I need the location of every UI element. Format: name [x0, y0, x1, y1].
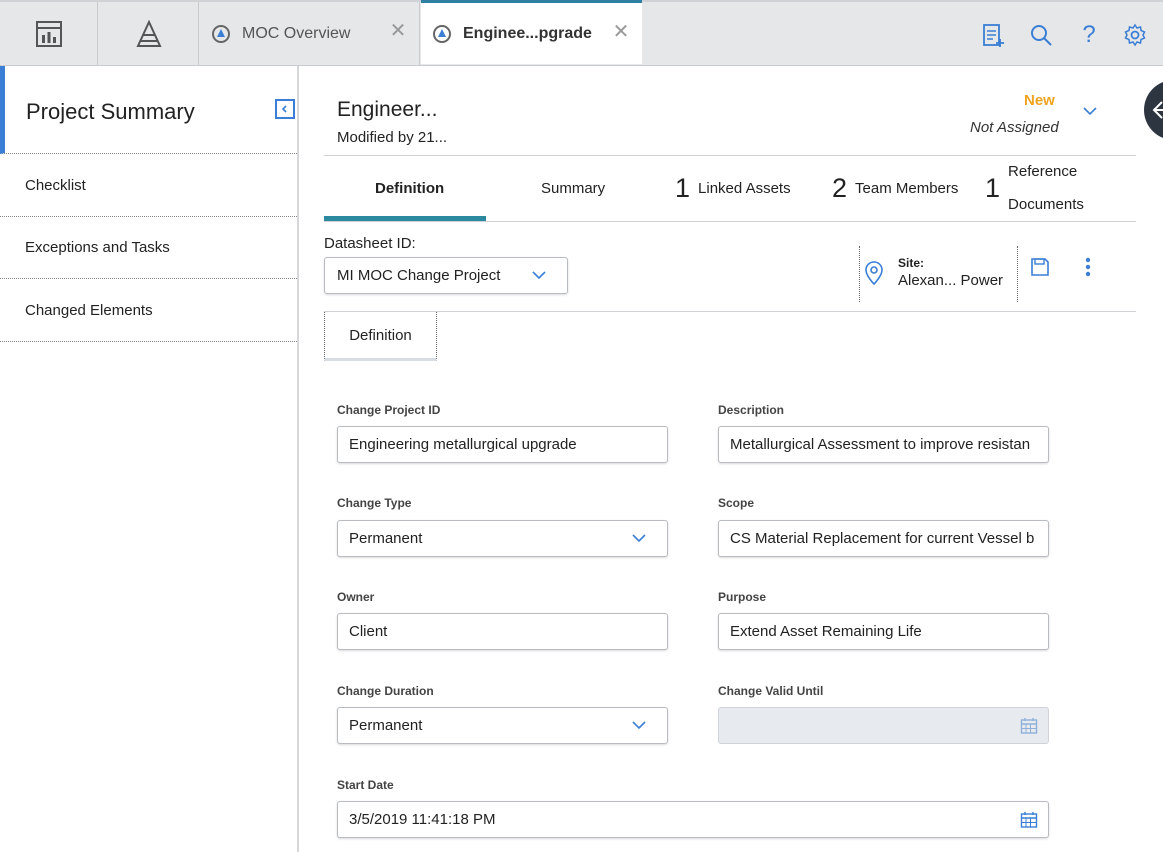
sidebar-item-changed-elements[interactable]: Changed Elements — [0, 280, 297, 342]
side-panel-toggle[interactable] — [1144, 80, 1163, 140]
moc-refresh-icon — [212, 25, 230, 43]
divider — [324, 221, 1136, 222]
tab-count: 1 — [985, 173, 1001, 203]
tab-definition[interactable]: Definition — [375, 156, 444, 221]
field-value: Engineering metallurgical upgrade — [349, 436, 577, 453]
collapse-sidebar-button[interactable] — [275, 99, 295, 119]
record-modified: Modified by 21... — [337, 129, 448, 146]
dashboard-icon[interactable] — [0, 2, 98, 66]
owner-label: Owner — [337, 590, 375, 604]
owner-field[interactable]: Client — [337, 613, 668, 650]
clipboard-add-icon[interactable] — [980, 22, 1006, 48]
change-duration-select[interactable]: Permanent — [337, 707, 668, 744]
purpose-label: Purpose — [718, 590, 767, 604]
subtab-definition[interactable]: Definition — [324, 312, 437, 361]
record-title: Engineer... — [337, 98, 438, 121]
chevron-down-icon — [632, 721, 646, 730]
left-nav: Project Summary Checklist Exceptions and… — [0, 66, 299, 852]
tab-team-members[interactable]: 2 Team Members — [832, 156, 958, 221]
chevron-down-icon — [632, 534, 646, 543]
change-valid-until-label: Change Valid Until — [718, 684, 824, 698]
tab-label-line2: Documents — [1008, 195, 1084, 213]
description-label: Description — [718, 403, 785, 417]
divider — [1017, 246, 1018, 302]
change-project-id-label: Change Project ID — [337, 403, 441, 417]
close-icon[interactable]: ✕ — [612, 22, 630, 42]
tab-count: 2 — [832, 173, 848, 203]
field-value: Extend Asset Remaining Life — [730, 623, 922, 640]
tab-label: Enginee...pgrade — [463, 24, 592, 42]
pyramid-icon[interactable] — [99, 2, 199, 66]
tab-label: Summary — [541, 180, 606, 197]
scope-field[interactable]: CS Material Replacement for current Vess… — [718, 520, 1049, 557]
tab-moc-overview[interactable]: MOC Overview ✕ — [200, 2, 420, 66]
datasheet-select[interactable]: MI MOC Change Project — [324, 257, 568, 294]
divider — [859, 246, 860, 302]
tab-count: 1 — [675, 173, 691, 203]
save-icon[interactable] — [1030, 257, 1050, 282]
datasheet-value: MI MOC Change Project — [337, 267, 501, 284]
field-value: 3/5/2019 11:41:18 PM — [349, 811, 496, 828]
tab-reference-documents[interactable]: 1 Reference Documents — [985, 156, 1084, 221]
change-project-id-field[interactable]: Engineering metallurgical upgrade — [337, 426, 668, 463]
subtab-label: Definition — [349, 326, 412, 344]
change-type-label: Change Type — [337, 496, 412, 510]
assigned-status: Not Assigned — [970, 119, 1059, 136]
change-duration-label: Change Duration — [337, 684, 434, 698]
help-icon[interactable]: ? — [1076, 21, 1102, 48]
field-value: Metallurgical Assessment to improve resi… — [730, 436, 1031, 453]
tab-label: Reference — [1008, 162, 1078, 180]
datasheet-label: Datasheet ID: — [324, 235, 416, 252]
calendar-icon — [1020, 718, 1038, 734]
divider — [324, 311, 1136, 312]
description-field[interactable]: Metallurgical Assessment to improve resi… — [718, 426, 1049, 463]
purpose-field[interactable]: Extend Asset Remaining Life — [718, 613, 1049, 650]
sidebar-item-label: Exceptions and Tasks — [25, 239, 170, 256]
moc-refresh-icon — [433, 24, 451, 43]
sidebar-title: Project Summary — [26, 99, 195, 124]
tab-summary[interactable]: Summary — [541, 156, 605, 221]
tab-label: Team Members — [855, 180, 959, 197]
calendar-icon[interactable] — [1020, 811, 1038, 829]
tab-label: Definition — [375, 180, 445, 197]
gear-icon[interactable] — [1122, 22, 1148, 48]
more-options-icon[interactable] — [1084, 256, 1092, 283]
chevron-down-icon[interactable] — [1082, 103, 1098, 121]
scope-label: Scope — [718, 496, 755, 510]
sidebar-item-checklist[interactable]: Checklist — [0, 155, 297, 217]
field-value: Client — [349, 623, 388, 640]
field-value: CS Material Replacement for current Vess… — [730, 530, 1035, 547]
chevron-down-icon — [532, 271, 546, 280]
site-value[interactable]: Alexan... Power — [898, 272, 1003, 289]
change-type-select[interactable]: Permanent — [337, 520, 668, 557]
location-pin-icon — [864, 260, 884, 291]
tab-label: Linked Assets — [698, 180, 791, 197]
search-icon[interactable] — [1028, 22, 1054, 48]
top-tab-bar: MOC Overview ✕ Enginee...pgrade ✕ ? — [0, 0, 1163, 66]
tab-label: MOC Overview — [242, 25, 351, 42]
sidebar-item-label: Changed Elements — [25, 302, 153, 319]
field-value: Permanent — [349, 530, 423, 547]
sidebar-item-label: Checklist — [25, 177, 86, 194]
start-date-label: Start Date — [337, 778, 394, 792]
state-badge[interactable]: New — [1024, 92, 1055, 109]
tab-linked-assets[interactable]: 1 Linked Assets — [675, 156, 791, 221]
site-label: Site: — [898, 256, 925, 270]
sidebar-item-exceptions-and-tasks[interactable]: Exceptions and Tasks — [0, 217, 297, 279]
sidebar-header: Project Summary — [0, 66, 297, 154]
close-icon[interactable]: ✕ — [389, 21, 407, 41]
change-valid-until-field — [718, 707, 1049, 744]
start-date-field[interactable]: 3/5/2019 11:41:18 PM — [337, 801, 1049, 838]
field-value: Permanent — [349, 717, 423, 734]
tab-engineering-upgrade[interactable]: Enginee...pgrade ✕ — [421, 0, 642, 64]
